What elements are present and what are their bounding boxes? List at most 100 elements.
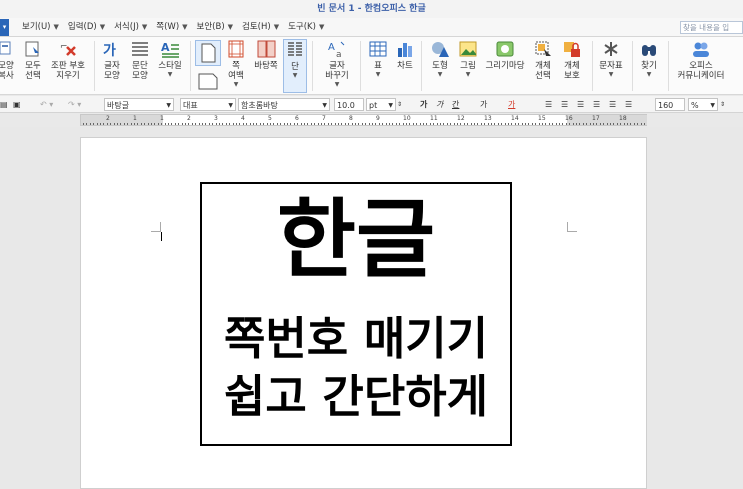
text-box[interactable]: 한글 쪽번호 매기기 쉽고 간단하게 (200, 182, 512, 446)
ruler-tick (93, 123, 95, 125)
ruler-tick (89, 123, 91, 125)
ruler-tick (402, 123, 404, 125)
ruler-tick (531, 123, 533, 125)
undo-icon[interactable]: ↶ ▾ (40, 98, 53, 111)
chart-button[interactable]: 차트 (393, 39, 417, 93)
char-shape-button[interactable]: 가 글자 모양 (100, 39, 124, 93)
font-unit-select[interactable]: pt ▼ (366, 98, 396, 111)
zoom-stepper[interactable]: ⇕ (720, 98, 725, 111)
ruler-tick (304, 123, 305, 125)
para-shape-button[interactable]: 문단 모양 (128, 39, 152, 93)
shape-button[interactable]: 도형 ▼ (427, 39, 453, 93)
ruler-tick (232, 123, 234, 125)
align-distribute-button[interactable]: ☰ (609, 98, 616, 111)
ruler-number: 10 (403, 115, 411, 122)
search-input[interactable]: 찾을 내용을 입 (680, 21, 743, 34)
ruler-tick (542, 123, 543, 125)
picture-button[interactable]: 그림 ▼ (455, 39, 481, 93)
ruler-number: 13 (484, 115, 492, 122)
ruler-tick (256, 123, 258, 125)
column-button[interactable]: 단 ▼ (283, 39, 307, 93)
menu-tools[interactable]: 도구(K) ▼ (284, 18, 329, 37)
italic-button[interactable]: 가 (436, 98, 443, 111)
font-size-stepper[interactable]: ⇕ (397, 98, 402, 111)
margin-corner-right (567, 222, 577, 232)
ruler-tick (535, 123, 537, 125)
menu-view[interactable]: 보기(U) ▼ (18, 18, 64, 37)
ruler-tick (161, 123, 163, 125)
object-protect-button[interactable]: 개체 보호 (558, 39, 586, 93)
ruler-tick (168, 123, 169, 125)
gallery-button[interactable]: 그리기마당 (483, 39, 527, 93)
find-button[interactable]: 찾기 ▼ (637, 39, 661, 93)
ruler-tick (178, 123, 180, 125)
print-icon[interactable]: ▤ (0, 98, 10, 111)
zoom-unit-select[interactable]: % ▼ (688, 98, 718, 111)
menu-insert[interactable]: 입력(D) ▼ (64, 18, 110, 37)
strike-button[interactable]: 가 (480, 98, 487, 111)
ruler-number: 15 (538, 115, 546, 122)
char-change-button[interactable]: Aa 글자 바꾸기 ▼ (320, 39, 354, 93)
ruler-tick (416, 123, 418, 125)
ruler-tick (552, 123, 554, 125)
ruler-tick (525, 123, 526, 125)
align-left-button[interactable]: ☰ (561, 98, 568, 111)
style-select[interactable]: 바탕글 ▼ (104, 98, 174, 111)
page-layout-button[interactable] (195, 40, 221, 66)
lock-icon (562, 39, 582, 59)
ruler-tick (317, 123, 319, 125)
page-margin-button[interactable]: 쪽 여백 ▼ (222, 39, 250, 93)
ruler-tick (117, 123, 118, 125)
char-shape-icon: 가 (102, 39, 122, 59)
zoom-input[interactable]: 160 (655, 98, 685, 111)
menu-review[interactable]: 검토(H) ▼ (238, 18, 284, 37)
style-button[interactable]: A 스타일 ▼ (155, 39, 185, 93)
ruler-tick (470, 123, 472, 125)
charmap-button[interactable]: 문자표 ▼ (596, 39, 626, 93)
ruler-number: 9 (376, 115, 380, 122)
redo-icon[interactable]: ↷ ▾ (68, 98, 81, 111)
ruler-tick (358, 123, 360, 125)
language-select[interactable]: 대표 ▼ (180, 98, 236, 111)
ruler-number: 4 (241, 115, 245, 122)
table-button[interactable]: 표 ▼ (366, 39, 390, 93)
ruler-tick (198, 123, 200, 125)
ruler-tick (341, 123, 343, 125)
object-select-button[interactable]: 개체 선택 (530, 39, 556, 93)
select-all-button[interactable]: 모두 선택 (22, 39, 44, 93)
page-orientation-button[interactable] (197, 71, 219, 91)
align-right-button[interactable]: ☰ (593, 98, 600, 111)
font-color-button[interactable]: 가 (508, 98, 515, 111)
menu-security[interactable]: 보안(B) ▼ (193, 18, 239, 37)
ruler-tick (134, 123, 135, 125)
ruler-tick (385, 123, 387, 125)
font-select[interactable]: 함초롬바탕 ▼ (238, 98, 330, 111)
menu-page[interactable]: 쪽(W) ▼ (152, 18, 192, 37)
ruler-tick (344, 123, 346, 125)
menu-format[interactable]: 서식(J) ▼ (110, 18, 152, 37)
preview-icon[interactable]: ▣ (13, 98, 25, 111)
font-size-input[interactable]: 10.0 (334, 98, 364, 111)
ruler-tick (110, 123, 112, 125)
align-justify-button[interactable]: ☰ (545, 98, 552, 111)
align-center-button[interactable]: ☰ (577, 98, 584, 111)
ruler-tick (246, 123, 248, 125)
ruler-tick (484, 123, 486, 125)
app-menu-button[interactable]: ▾ (0, 19, 9, 36)
background-page-button[interactable]: 바탕쪽 (251, 39, 281, 93)
office-communicator-button[interactable]: 오피스 커뮤니케이터 (672, 39, 730, 93)
ruler-tick (154, 123, 156, 125)
ruler-tick (606, 123, 608, 125)
ruler-tick (406, 123, 407, 125)
ruler-tick (222, 123, 224, 125)
ruler-tick (610, 123, 611, 125)
horizontal-ruler[interactable]: 2 1 1 2 3 4 5 6 7 8 9 10 11 12 13 14 15 16 17 18 (80, 114, 647, 126)
ruler-tick (273, 123, 275, 125)
remove-format-button[interactable]: ⌐ 조판 부호 지우기 (47, 39, 89, 93)
shape-copy-button[interactable]: 모양 복사 (0, 39, 16, 93)
align-split-button[interactable]: ☰ (625, 98, 632, 111)
ruler-tick (508, 123, 509, 125)
bold-button[interactable]: 가 (420, 98, 427, 111)
ruler-tick (106, 123, 108, 125)
underline-button[interactable]: 간 (452, 98, 459, 111)
